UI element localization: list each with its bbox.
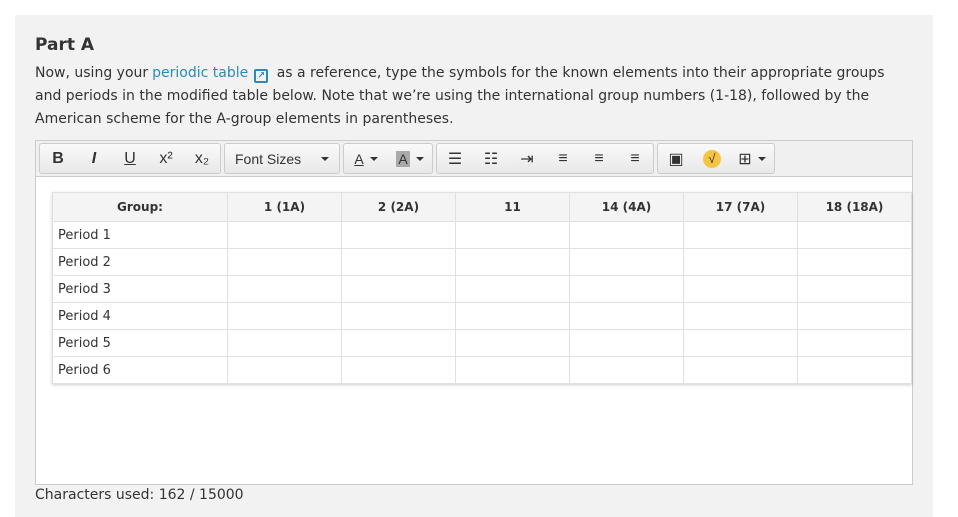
prompt-before: Now, using your [35,65,149,81]
element-cell[interactable] [683,329,798,357]
element-cell[interactable] [569,302,684,330]
italic-button[interactable]: I [76,144,112,173]
periodic-groups-table: Group: 1 (1A) 2 (2A) 11 14 (4A) 17 (7A) 18 (18… [52,192,912,384]
period-label: Period 3 [52,275,228,303]
element-cell[interactable] [341,221,456,249]
align-left-icon[interactable]: ≡ [545,144,581,173]
chevron-down-icon [321,156,329,161]
editor-toolbar: B I U x² x₂ Font Sizes A A ☰ ☷ ⇥ ≡ ≡ ≡ ▣… [36,141,912,177]
element-cell[interactable] [569,275,684,303]
element-cell[interactable] [683,356,798,384]
element-cell[interactable] [455,248,570,276]
period-label: Period 2 [52,248,228,276]
element-cell[interactable] [797,221,912,249]
table-row: Period 2 [52,248,912,276]
period-label: Period 4 [52,302,228,330]
column-header: 1 (1A) [227,192,342,222]
table-row: Period 1 [52,221,912,249]
background-color-icon: A [396,150,410,167]
question-panel: Part A Now, using your periodic table ↗ as… [15,15,933,517]
bullet-list-icon[interactable]: ☰ [437,144,473,173]
element-cell[interactable] [683,302,798,330]
element-cell[interactable] [227,356,342,384]
column-header: 11 [455,192,570,222]
background-color-button[interactable]: A [388,144,432,173]
table-row: Period 3 [52,275,912,303]
prompt-text: Now, using your periodic table ↗ as a refe… [35,62,895,131]
numbered-list-icon[interactable]: ☷ [473,144,509,173]
indent-icon[interactable]: ⇥ [509,144,545,173]
element-cell[interactable] [797,248,912,276]
period-label: Period 5 [52,329,228,357]
link-label: periodic table [152,65,249,81]
element-cell[interactable] [227,275,342,303]
column-header: 17 (7A) [683,192,798,222]
chevron-down-icon [369,156,378,161]
image-icon[interactable]: ▣ [658,144,694,173]
column-header: 14 (4A) [569,192,684,222]
element-cell[interactable] [341,302,456,330]
element-cell[interactable] [455,356,570,384]
bold-button[interactable]: B [40,144,76,173]
font-color-button[interactable]: A [344,144,388,173]
underline-button[interactable]: U [112,144,148,173]
element-cell[interactable] [683,221,798,249]
font-sizes-select[interactable]: Font Sizes [225,144,339,173]
element-cell[interactable] [797,356,912,384]
equation-icon[interactable]: √ [694,144,730,173]
rich-text-editor[interactable]: B I U x² x₂ Font Sizes A A ☰ ☷ ⇥ ≡ ≡ ≡ ▣… [35,140,913,485]
element-cell[interactable] [341,275,456,303]
period-label: Period 6 [52,356,228,384]
element-cell[interactable] [455,275,570,303]
element-cell[interactable] [227,329,342,357]
element-cell[interactable] [797,302,912,330]
external-link-icon: ↗ [254,69,269,83]
subscript-button[interactable]: x₂ [184,144,220,173]
element-cell[interactable] [683,248,798,276]
table-icon[interactable]: ⊞ [730,144,774,173]
align-center-icon[interactable]: ≡ [581,144,617,173]
align-right-icon[interactable]: ≡ [617,144,653,173]
chevron-down-icon [757,156,766,161]
table-row: Period 5 [52,329,912,357]
column-header: 18 (18A) [797,192,912,222]
table-row: Period 4 [52,302,912,330]
element-cell[interactable] [227,221,342,249]
table-row: Period 6 [52,356,912,384]
element-cell[interactable] [569,221,684,249]
column-header: Group: [52,192,228,222]
element-cell[interactable] [455,221,570,249]
font-sizes-label: Font Sizes [235,150,302,167]
chevron-down-icon [415,156,424,161]
element-cell[interactable] [683,275,798,303]
element-cell[interactable] [341,248,456,276]
element-cell[interactable] [455,302,570,330]
element-cell[interactable] [569,248,684,276]
element-cell[interactable] [455,329,570,357]
period-label: Period 1 [52,221,228,249]
element-cell[interactable] [227,248,342,276]
character-count: Characters used: 162 / 15000 [35,487,244,503]
element-cell[interactable] [797,329,912,357]
element-cell[interactable] [341,329,456,357]
part-title: Part A [35,35,95,55]
font-color-icon: A [354,150,364,167]
element-cell[interactable] [797,275,912,303]
superscript-button[interactable]: x² [148,144,184,173]
element-cell[interactable] [569,356,684,384]
periodic-table-link[interactable]: periodic table ↗ [152,65,269,83]
element-cell[interactable] [341,356,456,384]
column-header: 2 (2A) [341,192,456,222]
element-cell[interactable] [569,329,684,357]
element-cell[interactable] [227,302,342,330]
